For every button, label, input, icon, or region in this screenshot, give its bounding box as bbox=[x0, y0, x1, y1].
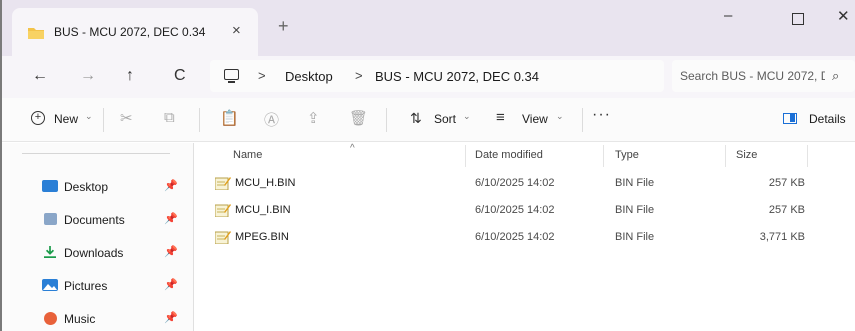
sidebar-item-music[interactable]: Music 📌 bbox=[2, 303, 192, 331]
view-button[interactable]: View bbox=[522, 112, 548, 126]
breadcrumb-desktop[interactable]: Desktop bbox=[285, 69, 333, 84]
forward-arrow-icon[interactable]: → bbox=[80, 67, 96, 85]
music-icon bbox=[44, 312, 57, 325]
column-header-type[interactable]: Type bbox=[615, 149, 639, 161]
new-tab-button[interactable]: + bbox=[278, 17, 289, 35]
sidebar-item-documents[interactable]: Documents 📌 bbox=[2, 204, 192, 234]
bin-file-icon bbox=[215, 204, 231, 217]
file-name: MPEG.BIN bbox=[235, 231, 289, 243]
file-row[interactable]: MCU_I.BIN 6/10/2025 14:02 BIN File 257 K… bbox=[195, 198, 855, 224]
pin-icon[interactable]: 📌 bbox=[164, 179, 178, 192]
toolbar-divider bbox=[582, 108, 583, 132]
column-header-date-modified[interactable]: Date modified bbox=[475, 149, 543, 161]
file-size: 257 KB bbox=[768, 204, 805, 216]
search-placeholder: Search BUS - MCU 2072, DEC 0.34 bbox=[680, 69, 825, 83]
bin-file-icon bbox=[215, 177, 231, 190]
pin-icon[interactable]: 📌 bbox=[164, 311, 178, 324]
tab-title: BUS - MCU 2072, DEC 0.34 bbox=[54, 25, 206, 39]
file-name: MCU_H.BIN bbox=[235, 177, 296, 189]
pin-icon[interactable]: 📌 bbox=[164, 278, 178, 291]
pane-divider[interactable] bbox=[193, 143, 194, 331]
file-date-modified: 6/10/2025 14:02 bbox=[475, 204, 555, 216]
sidebar-item-label: Downloads bbox=[64, 246, 124, 260]
cut-icon[interactable]: ✂ bbox=[120, 109, 133, 127]
chevron-right-icon[interactable]: > bbox=[355, 68, 363, 83]
back-arrow-icon[interactable]: ← bbox=[32, 67, 48, 85]
navigation-bar: ← → ↑ C > Desktop > BUS - MCU 2072, DEC … bbox=[2, 56, 855, 98]
sidebar-item-label: Pictures bbox=[64, 279, 108, 293]
plus-circle-icon[interactable]: + bbox=[31, 111, 45, 125]
search-input[interactable]: Search BUS - MCU 2072, DEC 0.34 ⌕ bbox=[672, 60, 855, 92]
bin-file-icon bbox=[215, 231, 231, 244]
pin-icon[interactable]: 📌 bbox=[164, 245, 178, 258]
more-options-button[interactable]: ··· bbox=[592, 106, 611, 124]
column-header-size[interactable]: Size bbox=[736, 149, 757, 161]
file-size: 257 KB bbox=[768, 177, 805, 189]
delete-icon[interactable]: 🗑 bbox=[349, 109, 368, 127]
toolbar-divider bbox=[386, 108, 387, 132]
chevron-down-icon[interactable]: ⌄ bbox=[556, 111, 564, 122]
up-arrow-icon[interactable]: ↑ bbox=[126, 67, 134, 85]
folder-icon bbox=[28, 28, 44, 39]
paste-icon[interactable]: 📋 bbox=[220, 109, 239, 127]
column-divider[interactable] bbox=[807, 145, 808, 167]
command-bar: + New ⌄ ✂ ⧉ 📋 Ⓐ ⇪ 🗑 ⇅ Sort ⌄ ≡ View ⌄ ··… bbox=[2, 98, 855, 142]
maximize-button[interactable] bbox=[792, 13, 804, 25]
chevron-down-icon[interactable]: ⌄ bbox=[463, 111, 471, 122]
view-icon[interactable]: ≡ bbox=[496, 109, 505, 126]
file-type: BIN File bbox=[615, 231, 655, 243]
file-list: ^ Name Date modified Type Size MCU_H.BIN… bbox=[195, 143, 855, 331]
file-date-modified: 6/10/2025 14:02 bbox=[475, 231, 555, 243]
pictures-icon bbox=[42, 279, 58, 291]
column-divider[interactable] bbox=[725, 145, 726, 167]
rename-icon[interactable]: Ⓐ bbox=[264, 109, 279, 130]
pin-icon[interactable]: 📌 bbox=[164, 212, 178, 225]
sort-icon[interactable]: ⇅ bbox=[410, 110, 422, 127]
share-icon[interactable]: ⇪ bbox=[307, 109, 320, 127]
sidebar-item-downloads[interactable]: Downloads 📌 bbox=[2, 237, 192, 267]
column-divider[interactable] bbox=[603, 145, 604, 167]
file-explorer-window: BUS - MCU 2072, DEC 0.34 × + – ✕ ← → ↑ C… bbox=[0, 0, 855, 331]
search-icon: ⌕ bbox=[832, 68, 840, 83]
navigation-pane: Desktop 📌 Documents 📌 Downloads 📌 Pictur… bbox=[2, 143, 194, 331]
file-type: BIN File bbox=[615, 204, 655, 216]
toolbar-divider bbox=[199, 108, 200, 132]
desktop-icon bbox=[42, 180, 58, 192]
details-button[interactable]: Details bbox=[809, 112, 846, 126]
close-tab-icon[interactable]: × bbox=[232, 22, 241, 39]
file-size: 3,771 KB bbox=[759, 231, 805, 243]
sidebar-item-label: Documents bbox=[64, 213, 125, 227]
chevron-down-icon[interactable]: ⌄ bbox=[85, 111, 93, 122]
details-pane-icon[interactable] bbox=[783, 113, 797, 124]
documents-icon bbox=[44, 213, 57, 225]
file-name: MCU_I.BIN bbox=[235, 204, 291, 216]
downloads-icon bbox=[44, 246, 56, 258]
sidebar-divider bbox=[22, 153, 170, 154]
computer-icon bbox=[224, 69, 239, 83]
address-bar[interactable]: > Desktop > BUS - MCU 2072, DEC 0.34 bbox=[210, 60, 664, 92]
close-window-button[interactable]: ✕ bbox=[837, 9, 850, 24]
refresh-icon[interactable]: C bbox=[174, 67, 186, 85]
sidebar-item-label: Desktop bbox=[64, 180, 109, 194]
title-bar: BUS - MCU 2072, DEC 0.34 × + – ✕ bbox=[2, 0, 855, 56]
file-row[interactable]: MCU_H.BIN 6/10/2025 14:02 BIN File 257 K… bbox=[195, 171, 855, 197]
breadcrumb-current-folder[interactable]: BUS - MCU 2072, DEC 0.34 bbox=[375, 69, 539, 84]
sidebar-item-desktop[interactable]: Desktop 📌 bbox=[2, 171, 192, 201]
file-type: BIN File bbox=[615, 177, 655, 189]
column-header-name[interactable]: Name bbox=[233, 149, 262, 161]
sidebar-item-label: Music bbox=[64, 312, 96, 326]
tab-current-folder[interactable]: BUS - MCU 2072, DEC 0.34 × bbox=[12, 8, 258, 56]
chevron-right-icon[interactable]: > bbox=[258, 68, 266, 83]
sidebar-item-pictures[interactable]: Pictures 📌 bbox=[2, 270, 192, 300]
minimize-button[interactable]: – bbox=[724, 8, 732, 23]
sort-ascending-icon: ^ bbox=[350, 143, 355, 154]
column-divider[interactable] bbox=[465, 145, 466, 167]
copy-icon[interactable]: ⧉ bbox=[164, 109, 175, 126]
file-row[interactable]: MPEG.BIN 6/10/2025 14:02 BIN File 3,771 … bbox=[195, 225, 855, 251]
new-button[interactable]: New bbox=[54, 112, 78, 126]
file-date-modified: 6/10/2025 14:02 bbox=[475, 177, 555, 189]
sort-button[interactable]: Sort bbox=[434, 112, 456, 126]
toolbar-divider bbox=[103, 108, 104, 132]
